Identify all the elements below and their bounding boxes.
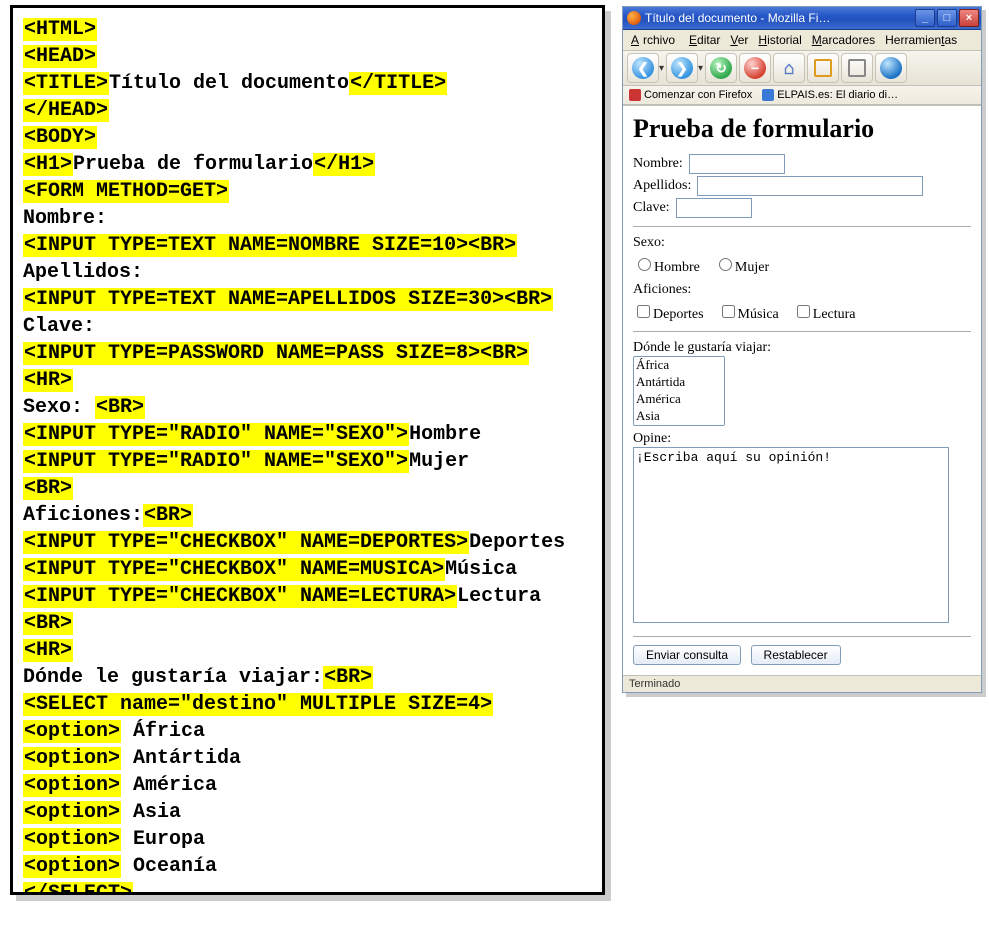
home-button[interactable]: ⌂ xyxy=(773,53,805,83)
chk-deportes-label[interactable]: Deportes xyxy=(633,302,704,323)
divider xyxy=(633,636,971,637)
toolbar-btn-a[interactable] xyxy=(807,53,839,83)
chk-musica-label[interactable]: Música xyxy=(718,302,779,323)
input-apellidos[interactable] xyxy=(697,176,923,196)
radio-mujer[interactable] xyxy=(719,258,732,271)
radio-hombre-label[interactable]: Hombre xyxy=(633,255,700,276)
toolbar: ❮▾ ❯▾ ↻ − ⌂ xyxy=(623,51,981,86)
menu-historial[interactable]: Historial xyxy=(754,32,805,48)
chk-musica[interactable] xyxy=(722,305,735,318)
label-sexo: Sexo: xyxy=(633,235,971,251)
submit-button[interactable]: Enviar consulta xyxy=(633,645,741,665)
option-antartida[interactable]: Antártida xyxy=(634,374,724,391)
option-europa[interactable]: Europa xyxy=(634,425,724,426)
page-heading: Prueba de formulario xyxy=(633,114,971,144)
bookmark-bar: Comenzar con Firefox ELPAIS.es: El diari… xyxy=(623,86,981,105)
menu-ver[interactable]: Ver xyxy=(726,32,752,48)
forward-button[interactable]: ❯ xyxy=(666,53,698,83)
source-code: <HTML> <HEAD> <TITLE>Título del document… xyxy=(23,16,596,895)
label-clave: Clave: xyxy=(633,200,670,216)
bookmark-elpais[interactable]: ELPAIS.es: El diario di… xyxy=(762,89,898,101)
menu-editar[interactable]: Editar xyxy=(685,32,724,48)
chk-lectura-label[interactable]: Lectura xyxy=(793,302,856,323)
status-bar: Terminado xyxy=(623,675,981,692)
option-america[interactable]: América xyxy=(634,391,724,408)
toolbar-btn-b[interactable] xyxy=(841,53,873,83)
back-button[interactable]: ❮ xyxy=(627,53,659,83)
toolbar-btn-c[interactable] xyxy=(875,53,907,83)
option-africa[interactable]: África xyxy=(634,357,724,374)
browser-window: Título del documento - Mozilla Fi… _ □ ×… xyxy=(622,6,982,693)
menu-archivo[interactable]: Archivo xyxy=(627,32,683,48)
textarea-opina[interactable] xyxy=(633,447,949,623)
maximize-button[interactable]: □ xyxy=(937,9,957,27)
menu-bar: Archivo Editar Ver Historial Marcadores … xyxy=(623,30,981,51)
input-clave[interactable] xyxy=(676,198,752,218)
label-apellidos: Apellidos: xyxy=(633,178,691,194)
radio-mujer-label[interactable]: Mujer xyxy=(714,255,769,276)
input-nombre[interactable] xyxy=(689,154,785,174)
chk-lectura[interactable] xyxy=(797,305,810,318)
reset-button[interactable]: Restablecer xyxy=(751,645,841,665)
title-bar: Título del documento - Mozilla Fi… _ □ × xyxy=(623,7,981,30)
firefox-icon xyxy=(627,11,641,25)
window-title: Título del documento - Mozilla Fi… xyxy=(645,11,915,25)
divider xyxy=(633,331,971,332)
bookmark-firefox[interactable]: Comenzar con Firefox xyxy=(629,89,752,101)
close-button[interactable]: × xyxy=(959,9,979,27)
radio-hombre[interactable] xyxy=(638,258,651,271)
select-destino[interactable]: África Antártida América Asia Europa Oce… xyxy=(633,356,725,426)
stop-button[interactable]: − xyxy=(739,53,771,83)
label-viajar: Dónde le gustaría viajar: xyxy=(633,340,971,356)
menu-herramientas[interactable]: Herramientas xyxy=(881,32,961,48)
label-nombre: Nombre: xyxy=(633,156,683,172)
label-aficiones: Aficiones: xyxy=(633,282,971,298)
label-opine: Opine: xyxy=(633,431,971,447)
menu-marcadores[interactable]: Marcadores xyxy=(808,32,879,48)
chk-deportes[interactable] xyxy=(637,305,650,318)
divider xyxy=(633,226,971,227)
source-code-panel: <HTML> <HEAD> <TITLE>Título del document… xyxy=(10,5,605,895)
reload-button[interactable]: ↻ xyxy=(705,53,737,83)
minimize-button[interactable]: _ xyxy=(915,9,935,27)
option-asia[interactable]: Asia xyxy=(634,408,724,425)
page-content: Prueba de formulario Nombre: Apellidos: … xyxy=(623,105,981,675)
